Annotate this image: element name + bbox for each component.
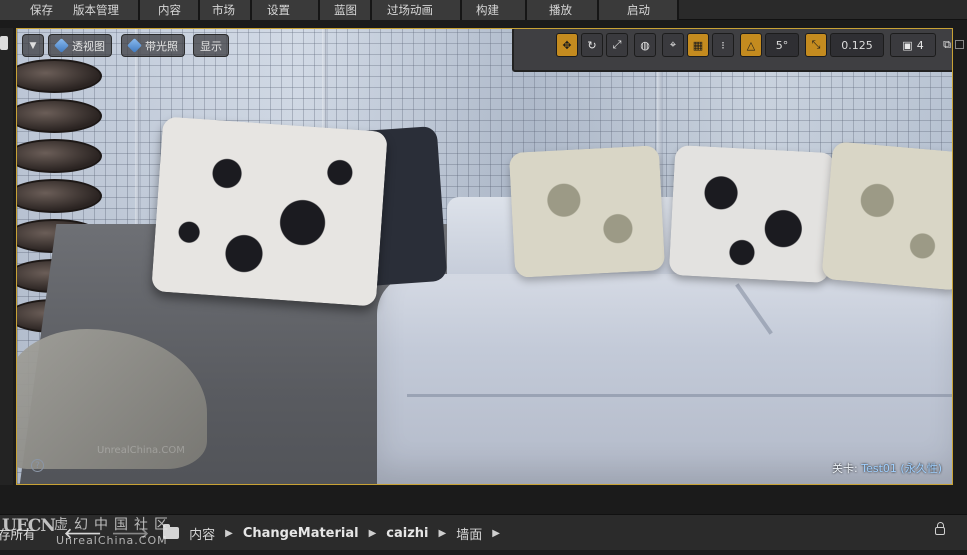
rotate-snap-icon[interactable]: △ [740,33,762,57]
camera-speed-value: 4 [916,38,924,52]
breadcrumb-item[interactable]: ChangeMaterial [243,526,359,541]
maximize-icon[interactable]: ⧉ [939,33,952,57]
floral-pillow-light [508,145,666,278]
floral-pillow-dark [668,144,836,284]
content-browser-path-bar: 存所有 🡐 🡒 内容 ▶ ChangeMaterial ▶ caizhi ▶ 墙… [0,514,967,550]
surface-snap-icon[interactable]: ⌖ [662,33,684,57]
breadcrumb-separator-icon[interactable]: ▶ [225,528,233,539]
toolbar-group-content: 内容 [140,0,200,20]
marketplace-button[interactable]: 市场 [212,0,235,20]
build-button[interactable]: 构建 [476,0,499,20]
level-prefix: 关卡: [832,462,858,475]
grid-snap-value[interactable]: ⁝ [712,33,734,57]
scale-snap-value[interactable]: 0.125 [830,33,884,57]
main-toolbar: 保存 版本管理 内容 市场 设置 蓝图 过场动画 构建 播放 启动 [0,0,967,20]
breadcrumb-item[interactable]: caizhi [386,526,428,541]
perspective-icon [54,38,69,53]
launch-button[interactable]: 启动 [627,0,650,20]
grid-snap-icon[interactable]: ▦ [687,33,709,57]
faint-watermark: UnrealChina.COM [97,445,185,456]
panel-collapse-handle[interactable] [0,36,8,50]
camera-speed-icon: ▣ [902,38,913,52]
level-name: Test01 (永久性) [861,462,942,475]
help-icon[interactable]: ? [31,459,44,472]
save-all-button[interactable]: 存所有 [0,524,36,543]
rotate-icon[interactable]: ↻ [581,33,603,57]
chevron-down-icon: ▼ [29,40,37,51]
perspective-button[interactable]: 透视图 [48,34,112,57]
breadcrumb-separator-icon[interactable]: ▶ [439,528,447,539]
breadcrumb-separator-icon[interactable]: ▶ [492,528,500,539]
translate-icon[interactable]: ✥ [556,33,578,57]
show-label: 显示 [200,39,222,53]
settings-button[interactable]: 设置 [267,0,290,20]
transform-toolbar: ✥ ↻ ⤢ ◍ ⌖ ▦ ⁝ △ 5° ⤡ 0.125 ▣ 4 ⧉ [556,33,952,59]
scale-snap-icon[interactable]: ⤡ [805,33,827,57]
breadcrumb: 🡐 🡒 内容 ▶ ChangeMaterial ▶ caizhi ▶ 墙面 ▶ [64,522,500,544]
back-arrow-icon[interactable]: 🡐 [64,525,102,542]
viewport-options-button[interactable]: ▼ [22,34,44,57]
toolbar-group-save: 保存 版本管理 [0,0,140,20]
show-button[interactable]: 显示 [193,34,229,57]
rotate-snap-value[interactable]: 5° [765,33,799,57]
breadcrumb-item[interactable]: 内容 [189,524,215,543]
scale-icon[interactable]: ⤢ [606,33,628,57]
floral-pillow-light [821,141,952,291]
restore-icon[interactable] [955,40,964,49]
folder-icon[interactable] [163,524,180,539]
lock-icon[interactable] [935,522,945,535]
sofa-seat [377,274,952,484]
perspective-label: 透视图 [72,39,105,53]
toolbar-group-cinematics: 过场动画 [372,0,462,20]
cinematics-button[interactable]: 过场动画 [387,0,433,20]
play-button[interactable]: 播放 [549,0,572,20]
toolbar-group-play: 播放 [527,0,599,20]
source-control-button[interactable]: 版本管理 [73,0,119,20]
breadcrumb-item[interactable]: 墙面 [456,524,482,543]
toolbar-group-build: 构建 [462,0,527,20]
toolbar-group-marketplace: 市场 [200,0,252,20]
view-mode-button[interactable]: 带光照 [121,34,185,57]
view-mode-label: 带光照 [145,39,178,53]
toolbar-group-blueprints: 蓝图 [320,0,372,20]
breadcrumb-separator-icon[interactable]: ▶ [369,528,377,539]
toolbar-group-launch: 启动 [599,0,679,20]
world-icon[interactable]: ◍ [634,33,656,57]
camera-speed-button[interactable]: ▣ 4 [890,33,936,57]
floral-pillow-dark [151,116,388,307]
forward-arrow-icon[interactable]: 🡒 [112,525,150,542]
lit-icon [127,38,142,53]
level-viewport[interactable]: ▼ 透视图 带光照 显示 ✥ ↻ ⤢ ◍ ⌖ ▦ ⁝ △ 5° ⤡ 0.125 … [16,28,953,485]
toolbar-group-settings: 设置 [252,0,320,20]
save-button[interactable]: 保存 [30,0,53,20]
current-level-label: 关卡: Test01 (永久性) [832,460,942,476]
unreal-editor: 保存 版本管理 内容 市场 设置 蓝图 过场动画 构建 播放 启动 ▼ 透视图 … [0,0,967,555]
left-panel-edge [0,28,13,485]
content-button[interactable]: 内容 [158,0,181,20]
blueprints-button[interactable]: 蓝图 [334,0,357,20]
